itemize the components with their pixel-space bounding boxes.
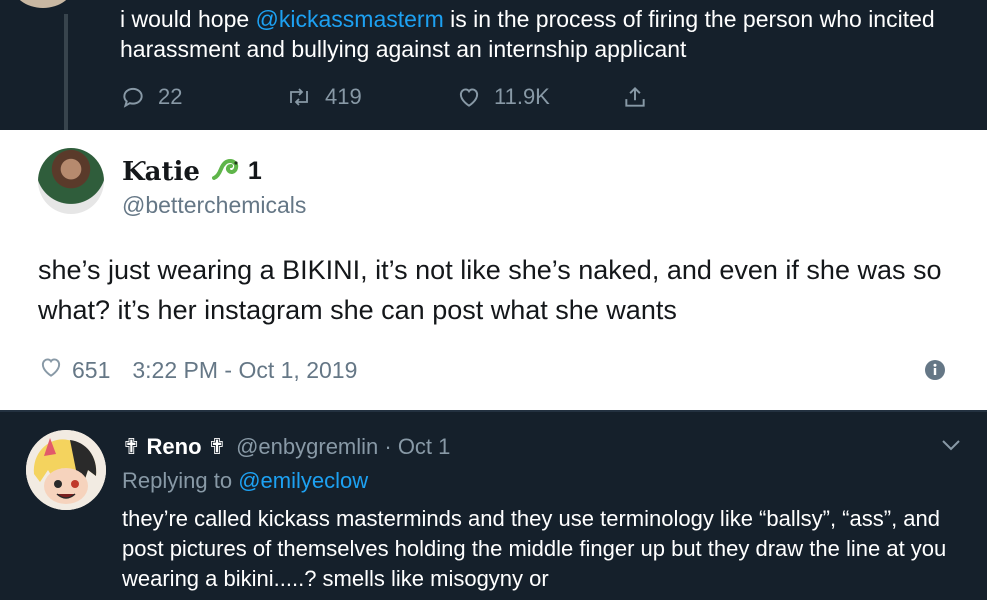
name-suffix: 1: [247, 157, 262, 185]
retweet-button[interactable]: 419: [285, 82, 362, 112]
display-name[interactable]: Ƙatie: [122, 157, 200, 187]
reply-button[interactable]: 22: [120, 82, 182, 112]
author-name-row: Ƙatie 1: [122, 154, 262, 189]
tweet-text-start: i would hope: [120, 6, 256, 32]
display-name[interactable]: ✟ Reno ✟: [122, 434, 226, 460]
share-button[interactable]: [622, 82, 648, 112]
top-tweet: i would hope @kickassmasterm is in the p…: [0, 0, 987, 130]
avatar[interactable]: [26, 430, 106, 510]
info-icon[interactable]: [924, 359, 946, 386]
like-icon: [456, 84, 482, 110]
timestamp[interactable]: 3:22 PM - Oct 1, 2019: [132, 357, 357, 384]
tweet-text: i would hope @kickassmasterm is in the p…: [120, 4, 980, 64]
tweet-text: they’re called kickass masterminds and t…: [122, 506, 947, 591]
share-icon: [622, 84, 648, 110]
like-count: 11.9K: [494, 84, 550, 109]
mention-link[interactable]: @kickassmasterm: [256, 6, 444, 32]
replying-label: Replying to: [122, 468, 239, 493]
tweet-text: she’s just wearing a BIKINI, it’s not li…: [38, 255, 942, 325]
quoted-tweet[interactable]: Ƙatie 1 @betterchemicals she’s just wear…: [0, 130, 987, 410]
like-icon[interactable]: [38, 354, 64, 386]
replying-to: Replying to @emilyeclow: [122, 468, 368, 494]
thread-line: [64, 14, 68, 130]
chevron-down-icon[interactable]: [940, 438, 962, 457]
replying-mention-link[interactable]: @emilyeclow: [238, 468, 368, 493]
reply-icon: [120, 84, 146, 110]
like-button[interactable]: 11.9K: [456, 82, 550, 112]
author-header: ✟ Reno ✟ @enbygremlin · Oct 1: [122, 434, 450, 460]
retweet-count: 419: [325, 84, 362, 109]
retweet-icon: [285, 84, 313, 110]
snake-emoji-icon: [210, 154, 244, 189]
tweet-meta: 651 3:22 PM - Oct 1, 2019: [38, 354, 357, 386]
like-count: 651: [72, 356, 111, 383]
reply-tweet[interactable]: ✟ Reno ✟ @enbygremlin · Oct 1 Replying t…: [0, 410, 987, 600]
reply-count: 22: [158, 84, 183, 109]
avatar[interactable]: [38, 148, 104, 214]
author-handle[interactable]: @betterchemicals: [122, 192, 306, 219]
avatar[interactable]: [12, 0, 74, 8]
handle-and-date[interactable]: @enbygremlin · Oct 1: [236, 434, 450, 460]
